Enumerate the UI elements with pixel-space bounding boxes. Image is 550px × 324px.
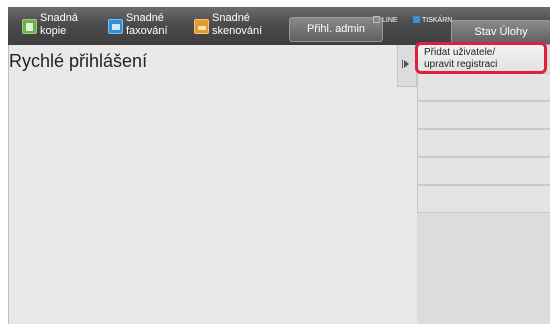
printer-status: TISKÁRN bbox=[413, 16, 452, 25]
action-slot bbox=[417, 185, 550, 213]
line-indicator-icon bbox=[373, 16, 380, 23]
scan-icon bbox=[194, 19, 209, 34]
main-content: Rychlé přihlášení bbox=[8, 45, 550, 324]
add-user-edit-registration-button[interactable]: Přidat uživatele/ upravit registraci bbox=[415, 42, 547, 74]
admin-login-button[interactable]: Přihl. admin bbox=[289, 17, 383, 42]
easy-fax-label: Snadné faxování bbox=[126, 12, 168, 37]
action-slot bbox=[417, 129, 550, 157]
top-bar: Snadná kopie Snadné faxování Snadné sken… bbox=[8, 7, 550, 46]
action-slot bbox=[417, 157, 550, 185]
panel-toggle-handle[interactable] bbox=[397, 45, 417, 87]
action-slot bbox=[417, 101, 550, 129]
easy-scan-label: Snadné skenování bbox=[212, 12, 263, 37]
easy-copy-label: Snadná kopie bbox=[40, 12, 78, 37]
copy-icon bbox=[22, 19, 37, 34]
easy-fax-button[interactable]: Snadné faxování bbox=[102, 7, 184, 45]
action-slot bbox=[417, 73, 550, 101]
printer-indicator-icon bbox=[413, 16, 420, 23]
line-status-label: LINE bbox=[382, 17, 398, 24]
line-status: LINE bbox=[373, 16, 398, 25]
printer-status-label: TISKÁRN bbox=[422, 17, 453, 24]
easy-scan-button[interactable]: Snadné skenování bbox=[188, 7, 276, 45]
screen: Snadná kopie Snadné faxování Snadné sken… bbox=[0, 0, 550, 324]
panel-toggle-bar bbox=[402, 60, 403, 68]
fax-icon bbox=[108, 19, 123, 34]
action-panel bbox=[417, 45, 550, 324]
expand-arrow-icon bbox=[404, 60, 409, 68]
easy-copy-button[interactable]: Snadná kopie bbox=[16, 7, 92, 45]
page-title: Rychlé přihlášení bbox=[9, 51, 148, 71]
